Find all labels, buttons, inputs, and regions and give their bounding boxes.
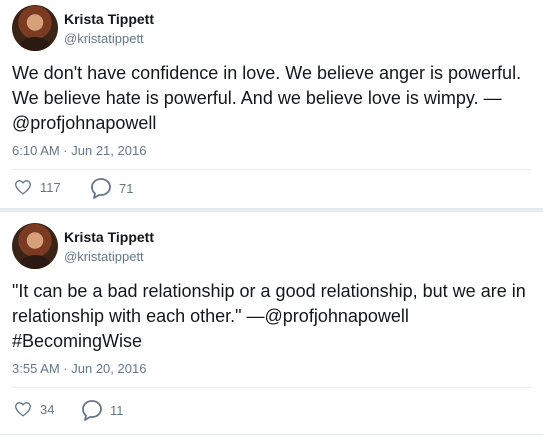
tweet-text: "It can be a bad relationship or a good … bbox=[12, 281, 526, 351]
reply-count: 71 bbox=[119, 180, 134, 196]
like-count: 117 bbox=[40, 179, 61, 195]
divider bbox=[12, 387, 531, 388]
speech-bubble-icon bbox=[91, 178, 111, 199]
author-handle[interactable]: @kristatippett bbox=[64, 31, 144, 46]
avatar[interactable] bbox=[12, 5, 58, 51]
heart-outline-icon bbox=[15, 180, 31, 195]
divider bbox=[12, 169, 531, 170]
like-count: 34 bbox=[40, 401, 55, 417]
tweet-card[interactable]: Krista Tippett @kristatippett We don't h… bbox=[0, 0, 543, 209]
tweet-timestamp[interactable]: 3:55 AM · Jun 20, 2016 bbox=[12, 361, 146, 376]
tweet-text: We don't have confidence in love. We bel… bbox=[12, 63, 522, 133]
tweet-card[interactable]: Krista Tippett @kristatippett "It can be… bbox=[0, 211, 543, 434]
avatar[interactable] bbox=[12, 223, 58, 269]
heart-outline-icon bbox=[15, 402, 31, 417]
like-button[interactable]: 117 bbox=[14, 179, 61, 195]
reply-count: 11 bbox=[110, 402, 124, 418]
tweet-timestamp[interactable]: 6:10 AM · Jun 21, 2016 bbox=[12, 143, 146, 158]
reply-button[interactable]: 11 bbox=[80, 398, 124, 422]
author-handle[interactable]: @kristatippett bbox=[64, 249, 144, 264]
author-name[interactable]: Krista Tippett bbox=[64, 11, 154, 27]
author-name[interactable]: Krista Tippett bbox=[64, 229, 154, 245]
like-button[interactable]: 34 bbox=[14, 401, 54, 417]
reply-button[interactable]: 71 bbox=[89, 176, 133, 200]
speech-bubble-icon bbox=[82, 400, 102, 421]
